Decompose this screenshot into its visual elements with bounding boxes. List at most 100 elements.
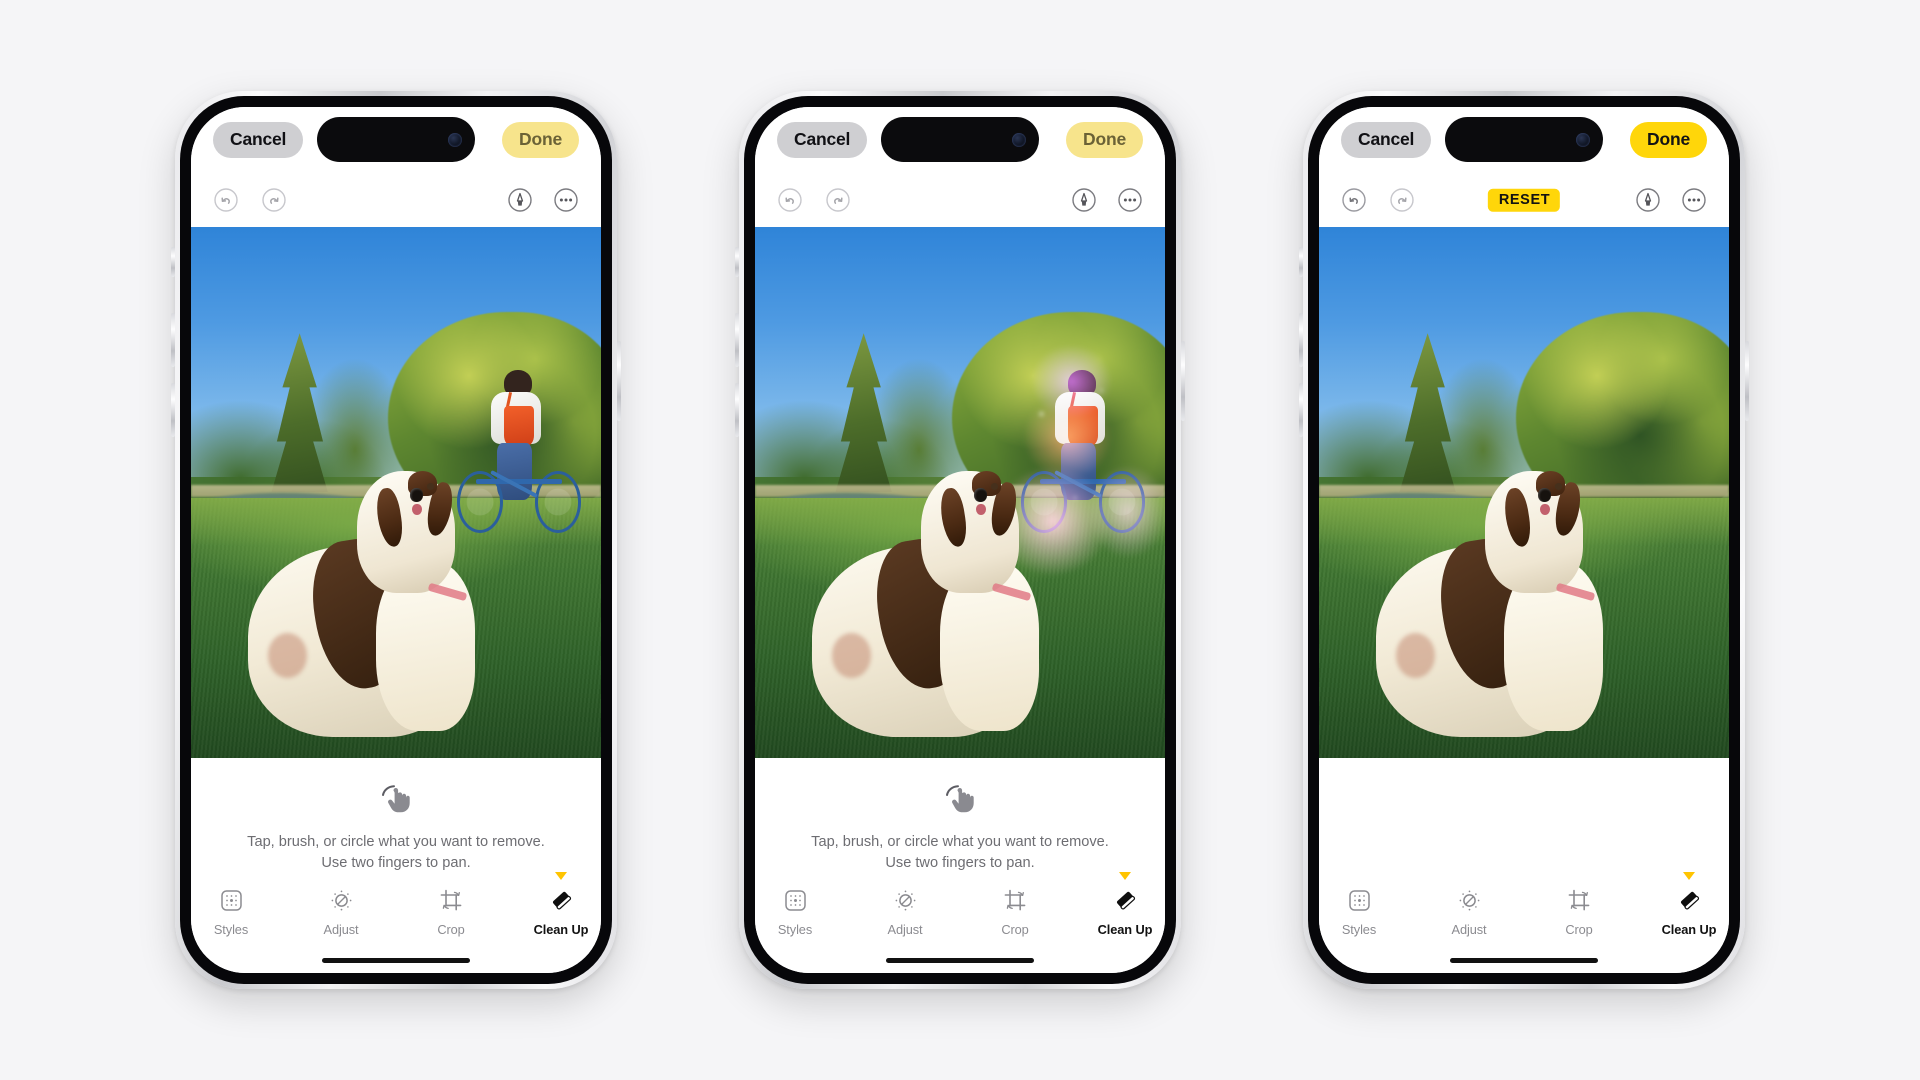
undo-icon[interactable] — [211, 185, 241, 215]
dynamic-island — [1445, 117, 1603, 162]
tab-crop[interactable]: Crop — [978, 885, 1052, 937]
more-ellipsis-icon[interactable] — [1679, 185, 1709, 215]
volume-down-button[interactable] — [171, 383, 175, 437]
done-button[interactable]: Done — [502, 122, 579, 158]
reset-button[interactable]: RESET — [1487, 188, 1561, 212]
volume-up-button[interactable] — [735, 313, 739, 367]
crop-rotate-icon — [439, 885, 464, 915]
silent-switch[interactable] — [1299, 247, 1303, 277]
dynamic-island — [881, 117, 1039, 162]
tab-styles-label: Styles — [213, 922, 249, 937]
volume-up-button[interactable] — [171, 313, 175, 367]
redo-icon[interactable] — [1387, 185, 1417, 215]
phone-screen: Cancel Done — [191, 107, 601, 973]
phone-bezel: Cancel Done — [744, 96, 1176, 984]
tab-styles-label: Styles — [1341, 922, 1377, 937]
undo-icon[interactable] — [775, 185, 805, 215]
front-camera-icon — [448, 132, 462, 147]
markup-pen-icon[interactable] — [1633, 185, 1663, 215]
basset-hound-subject — [1376, 471, 1622, 737]
tab-clean-up-label: Clean Up — [533, 922, 589, 937]
phone-bezel: Cancel Done — [180, 96, 612, 984]
markup-pen-icon[interactable] — [1069, 185, 1099, 215]
editor-navbar: Cancel Done — [755, 107, 1165, 173]
tap-hand-gesture-icon — [374, 772, 418, 824]
home-indicator[interactable] — [886, 958, 1034, 963]
tab-crop[interactable]: Crop — [1542, 885, 1616, 937]
tab-styles[interactable]: Styles — [1322, 885, 1396, 937]
cleanup-instruction-text: Tap, brush, or circle what you want to r… — [247, 834, 545, 871]
photo-canvas[interactable] — [191, 227, 601, 758]
home-indicator[interactable] — [322, 958, 470, 963]
bottom-sheet: Tap, brush, or circle what you want to r… — [191, 758, 601, 973]
tab-crop-label: Crop — [437, 922, 465, 937]
editor-tabbar: Styles Adjust Crop Clean Up — [1319, 872, 1729, 937]
power-button[interactable] — [617, 341, 621, 421]
adjust-dial-icon — [329, 885, 354, 915]
more-ellipsis-icon[interactable] — [551, 185, 581, 215]
tab-clean-up[interactable]: Clean Up — [1088, 872, 1162, 937]
undo-icon[interactable] — [1339, 185, 1369, 215]
cancel-button[interactable]: Cancel — [1341, 122, 1432, 158]
silent-switch[interactable] — [171, 247, 175, 277]
adjust-dial-icon — [893, 885, 918, 915]
editor-tabbar: Styles Adjust Crop Clean Up — [191, 872, 601, 937]
active-tab-caret-icon — [1119, 872, 1131, 880]
tab-clean-up-label: Clean Up — [1097, 922, 1153, 937]
tab-adjust-label: Adjust — [1451, 922, 1487, 937]
adjust-dial-icon — [1457, 885, 1482, 915]
tab-adjust-label: Adjust — [323, 922, 359, 937]
cancel-button[interactable]: Cancel — [777, 122, 868, 158]
done-button[interactable]: Done — [1630, 122, 1707, 158]
silent-switch[interactable] — [735, 247, 739, 277]
phone-after: Cancel Done RESET Styles Adjust Crop Cle… — [1299, 91, 1749, 989]
editor-tabbar: Styles Adjust Crop Clean Up — [755, 872, 1165, 937]
tab-adjust[interactable]: Adjust — [1432, 885, 1506, 937]
volume-down-button[interactable] — [735, 383, 739, 437]
home-indicator[interactable] — [1450, 958, 1598, 963]
editor-toolrow: RESET — [1319, 173, 1729, 227]
active-tab-caret-icon — [555, 872, 567, 880]
phone-bezel: Cancel Done — [1308, 96, 1740, 984]
basset-hound-subject — [248, 471, 494, 737]
tab-crop[interactable]: Crop — [414, 885, 488, 937]
editor-navbar: Cancel Done — [191, 107, 601, 173]
phone-screen: Cancel Done — [1319, 107, 1729, 973]
photo-canvas[interactable] — [1319, 227, 1729, 758]
tab-adjust-label: Adjust — [887, 922, 923, 937]
power-button[interactable] — [1745, 341, 1749, 421]
eraser-icon — [548, 885, 575, 915]
done-button[interactable]: Done — [1066, 122, 1143, 158]
phone-gallery: Cancel Done Tap, brush, or circle what y… — [0, 0, 1920, 1080]
tab-adjust[interactable]: Adjust — [304, 885, 378, 937]
dynamic-island — [317, 117, 475, 162]
tab-clean-up[interactable]: Clean Up — [524, 872, 598, 937]
front-camera-icon — [1576, 132, 1590, 147]
styles-grid-icon — [219, 885, 244, 915]
volume-up-button[interactable] — [1299, 313, 1303, 367]
redo-icon[interactable] — [823, 185, 853, 215]
phone-selecting: Cancel Done Tap, brush, or circle what y… — [735, 91, 1185, 989]
markup-pen-icon[interactable] — [505, 185, 535, 215]
crop-rotate-icon — [1003, 885, 1028, 915]
more-ellipsis-icon[interactable] — [1115, 185, 1145, 215]
tab-clean-up-label: Clean Up — [1661, 922, 1717, 937]
tab-clean-up[interactable]: Clean Up — [1652, 872, 1726, 937]
tab-styles[interactable]: Styles — [194, 885, 268, 937]
photo-canvas[interactable] — [755, 227, 1165, 758]
editor-navbar: Cancel Done — [1319, 107, 1729, 173]
tab-styles[interactable]: Styles — [758, 885, 832, 937]
cancel-button[interactable]: Cancel — [213, 122, 304, 158]
volume-down-button[interactable] — [1299, 383, 1303, 437]
tab-crop-label: Crop — [1001, 922, 1029, 937]
tab-crop-label: Crop — [1565, 922, 1593, 937]
tab-adjust[interactable]: Adjust — [868, 885, 942, 937]
active-tab-caret-icon — [1683, 872, 1695, 880]
phone-screen: Cancel Done — [755, 107, 1165, 973]
redo-icon[interactable] — [259, 185, 289, 215]
bottom-sheet: Styles Adjust Crop Clean Up — [1319, 758, 1729, 973]
basset-hound-subject — [812, 471, 1058, 737]
cleanup-instruction-text: Tap, brush, or circle what you want to r… — [811, 834, 1109, 871]
power-button[interactable] — [1181, 341, 1185, 421]
editor-toolrow — [191, 173, 601, 227]
